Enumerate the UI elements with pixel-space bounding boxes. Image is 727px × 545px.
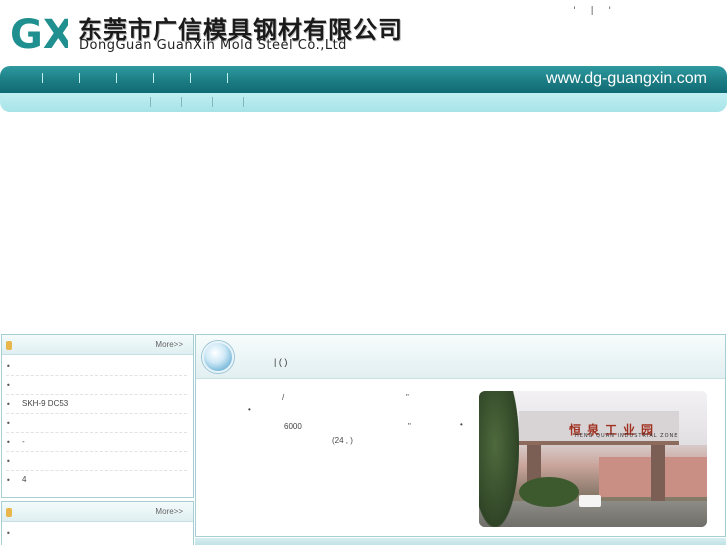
sub-nav-item[interactable] — [150, 97, 151, 107]
photo-gate: 恒泉工业园 HENG QUAN INDUSTRIAL ZONE — [519, 411, 679, 445]
next-section-header — [195, 538, 726, 545]
news-list: • • • SKH-9 DC53 • • - • • 4 — [2, 355, 193, 490]
intro-text: " — [408, 422, 411, 431]
intro-text: " — [406, 393, 409, 402]
list-item-text[interactable]: - — [22, 437, 25, 446]
main-nav: www.dg-guangxin.com — [0, 66, 727, 93]
top-link-separator: | — [590, 6, 594, 16]
nav-item-3[interactable] — [116, 73, 117, 83]
top-link-2[interactable]: ' — [609, 6, 611, 16]
logo-mark-text: GX — [10, 12, 68, 56]
sub-nav — [0, 93, 727, 112]
bullet-icon: • — [6, 400, 11, 409]
nav-item-6[interactable] — [227, 73, 228, 83]
nav-item-4[interactable] — [153, 73, 154, 83]
list-item[interactable]: • — [6, 414, 187, 433]
intro-text: (24 , ) — [332, 436, 353, 445]
news-panel: More>> • • • SKH-9 DC53 • • - • • 4 — [1, 334, 194, 498]
list-item-text[interactable]: 4 — [22, 475, 26, 484]
bullet-icon: • — [6, 381, 11, 390]
nav-item-5[interactable] — [190, 73, 191, 83]
intro-text: / — [282, 393, 285, 402]
sub-nav-item[interactable] — [212, 97, 213, 107]
globe-icon — [202, 341, 234, 373]
bullet-icon: • — [6, 457, 11, 466]
photo-car — [579, 495, 601, 507]
list-item[interactable]: • — [6, 376, 187, 395]
site-url[interactable]: www.dg-guangxin.com — [546, 70, 707, 88]
products-panel-header: More>> — [2, 502, 193, 522]
company-intro-panel: | ( ) / " • 6000 " • (24 , ) 恒泉工业园 HENG … — [195, 334, 726, 537]
bullet-icon: • — [6, 438, 11, 447]
nav-item-2[interactable] — [79, 73, 80, 83]
sub-nav-item[interactable] — [243, 97, 244, 107]
bullet-icon: • — [6, 419, 11, 428]
photo-tree — [479, 391, 519, 527]
nav-items — [24, 73, 246, 84]
company-intro-body: / " • 6000 " • (24 , ) 恒泉工业园 HENG QUAN I… — [196, 379, 725, 536]
bullet-icon: • — [6, 529, 11, 538]
list-item-text[interactable]: SKH-9 DC53 — [22, 399, 68, 408]
list-item[interactable]: • 4 — [6, 471, 187, 490]
intro-text: • — [460, 420, 463, 429]
bullet-icon: • — [6, 362, 11, 371]
products-more-link[interactable]: More>> — [155, 507, 183, 516]
list-item[interactable]: • SKH-9 DC53 — [6, 395, 187, 414]
gate-sign-en: HENG QUAN INDUSTRIAL ZONE — [575, 433, 679, 439]
list-item[interactable]: • - — [6, 433, 187, 452]
bullet-icon: • — [6, 476, 11, 485]
sub-nav-items — [150, 97, 274, 110]
company-intro-title: | ( ) — [274, 357, 288, 367]
news-panel-header: More>> — [2, 335, 193, 355]
products-list: • — [2, 522, 193, 543]
nav-item-1[interactable] — [42, 73, 43, 83]
company-name-en: DongGuan GuanXin Mold Steel Co.,Ltd — [79, 38, 347, 53]
industrial-zone-photo: 恒泉工业园 HENG QUAN INDUSTRIAL ZONE — [479, 391, 707, 527]
list-item[interactable]: • — [6, 452, 187, 471]
intro-text: • — [248, 405, 251, 414]
list-item[interactable]: • — [6, 357, 187, 376]
news-more-link[interactable]: More>> — [155, 340, 183, 349]
intro-text: 6000 — [284, 422, 302, 431]
top-link-1[interactable]: ' — [573, 6, 575, 16]
top-links: ' | ' — [567, 6, 617, 16]
site-header: GX 东莞市广信模具钢材有限公司 DongGuan GuanXin Mold S… — [0, 0, 727, 64]
folder-icon — [6, 341, 12, 350]
company-intro-header: | ( ) — [196, 335, 725, 379]
products-panel: More>> • — [1, 501, 194, 545]
photo-bush — [519, 477, 579, 507]
folder-icon — [6, 508, 12, 517]
logo-icon[interactable]: GX — [8, 8, 68, 56]
list-item[interactable]: • — [6, 524, 187, 543]
sub-nav-item[interactable] — [181, 97, 182, 107]
